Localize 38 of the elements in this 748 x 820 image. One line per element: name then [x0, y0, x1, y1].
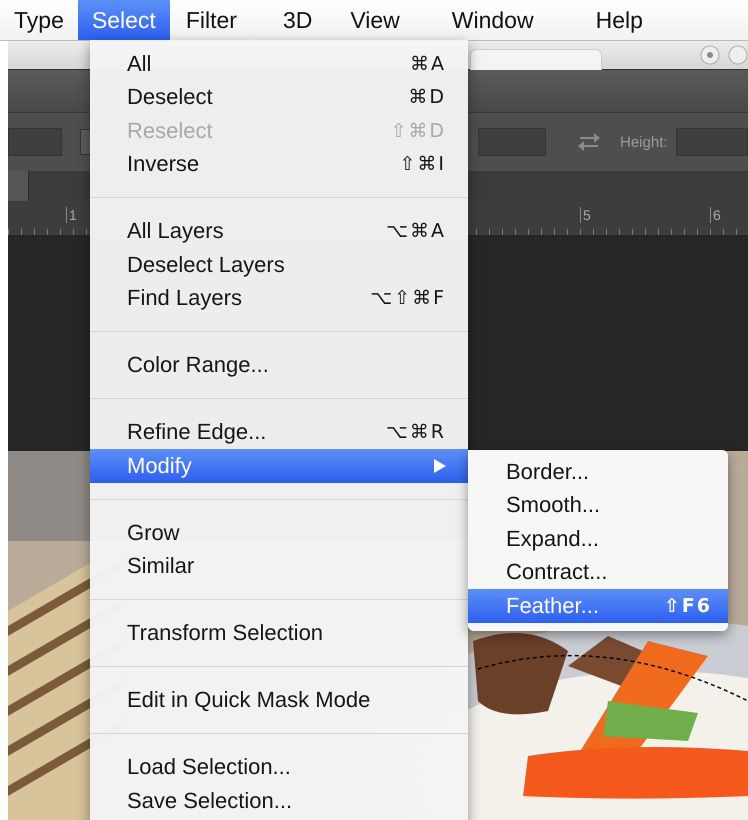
menu-item[interactable]: Load Selection...: [90, 750, 468, 784]
height-label: Height:: [620, 134, 668, 150]
menu-item[interactable]: Contract...: [468, 556, 728, 589]
menu-item[interactable]: Find Layers ⌥⇧⌘F: [90, 282, 468, 315]
menu-item[interactable]: Grow: [90, 516, 468, 550]
ruler-label: 5: [580, 207, 591, 223]
menu-bar-item[interactable]: Filter: [178, 0, 245, 40]
menu-item[interactable]: Deselect ⌘D: [90, 80, 468, 114]
menu-item[interactable]: Inverse ⇧⌘I: [90, 148, 468, 181]
menu-bar-item[interactable]: Select: [78, 0, 170, 40]
submenu-arrow-icon: [434, 458, 446, 473]
document-tab[interactable]: [8, 171, 29, 201]
ruler-label: 6: [710, 207, 721, 223]
ruler-label: 1: [66, 207, 77, 223]
menu-item[interactable]: Refine Edge... ⌥⌘R: [90, 416, 468, 449]
menu-item[interactable]: Similar: [90, 550, 468, 583]
input-field[interactable]: [478, 128, 546, 156]
menu-item[interactable]: Edit in Quick Mask Mode: [90, 684, 468, 717]
menu-bar-item[interactable]: 3D: [274, 0, 320, 40]
menu-item[interactable]: Color Range...: [90, 348, 468, 382]
menu-item[interactable]: Modify: [90, 449, 468, 482]
menu-item[interactable]: Smooth...: [468, 488, 728, 522]
window-buttons-icon[interactable]: [698, 43, 748, 67]
menu-item[interactable]: Expand...: [468, 522, 728, 556]
input-field[interactable]: [676, 128, 748, 156]
swap-arrows-icon[interactable]: [576, 131, 602, 153]
input-field[interactable]: [8, 128, 62, 156]
menu-item[interactable]: Transform Selection: [90, 616, 468, 650]
menu-bar-item[interactable]: Type: [0, 0, 78, 40]
menu-item[interactable]: All Layers ⌥⌘A: [90, 214, 468, 248]
menu-item[interactable]: Feather... ⇧F6: [468, 589, 728, 622]
menu-item[interactable]: Save Selection...: [90, 784, 468, 818]
menu-item[interactable]: All ⌘A: [90, 47, 468, 80]
menu-bar-item[interactable]: Help: [588, 0, 651, 40]
menu-item[interactable]: Deselect Layers: [90, 248, 468, 282]
menu-bar-item[interactable]: Window: [444, 0, 542, 40]
menu-bar-item[interactable]: View: [342, 0, 408, 40]
menu-item[interactable]: Border...: [468, 455, 728, 488]
